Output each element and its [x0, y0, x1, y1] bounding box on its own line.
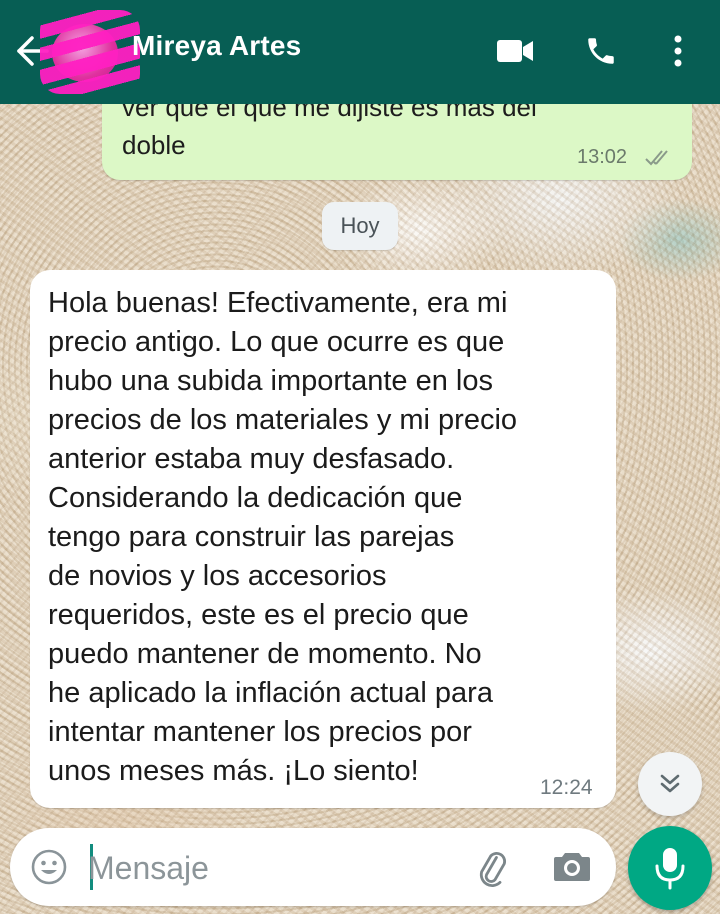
chat-header: Mireya Artes: [0, 0, 720, 104]
double-chevron-down-icon: [660, 774, 680, 793]
read-ticks-icon: [644, 148, 676, 173]
contact-name[interactable]: Mireya Artes: [132, 30, 301, 62]
video-call-icon[interactable]: [496, 38, 534, 69]
message-text: Hola buenas! Efectivamente, era mi preci…: [48, 287, 518, 787]
emoji-icon[interactable]: [30, 848, 68, 891]
message-composer: [10, 828, 616, 906]
voice-message-button[interactable]: [628, 826, 712, 910]
day-separator: Hoy: [322, 202, 398, 250]
microphone-icon: [655, 848, 685, 890]
incoming-message[interactable]: Hola buenas! Efectivamente, era mi preci…: [30, 270, 616, 808]
phone-icon[interactable]: [584, 34, 618, 73]
message-input[interactable]: [88, 842, 448, 894]
message-text: doble: [122, 130, 186, 160]
message-time: 12:24: [540, 776, 593, 799]
camera-icon[interactable]: [552, 848, 592, 889]
more-vert-icon[interactable]: [672, 34, 684, 73]
redaction-scribble: [40, 10, 140, 94]
attach-paperclip-icon[interactable]: [472, 848, 512, 893]
scroll-to-bottom-button[interactable]: [638, 752, 702, 816]
message-time: 13:02: [577, 146, 628, 168]
